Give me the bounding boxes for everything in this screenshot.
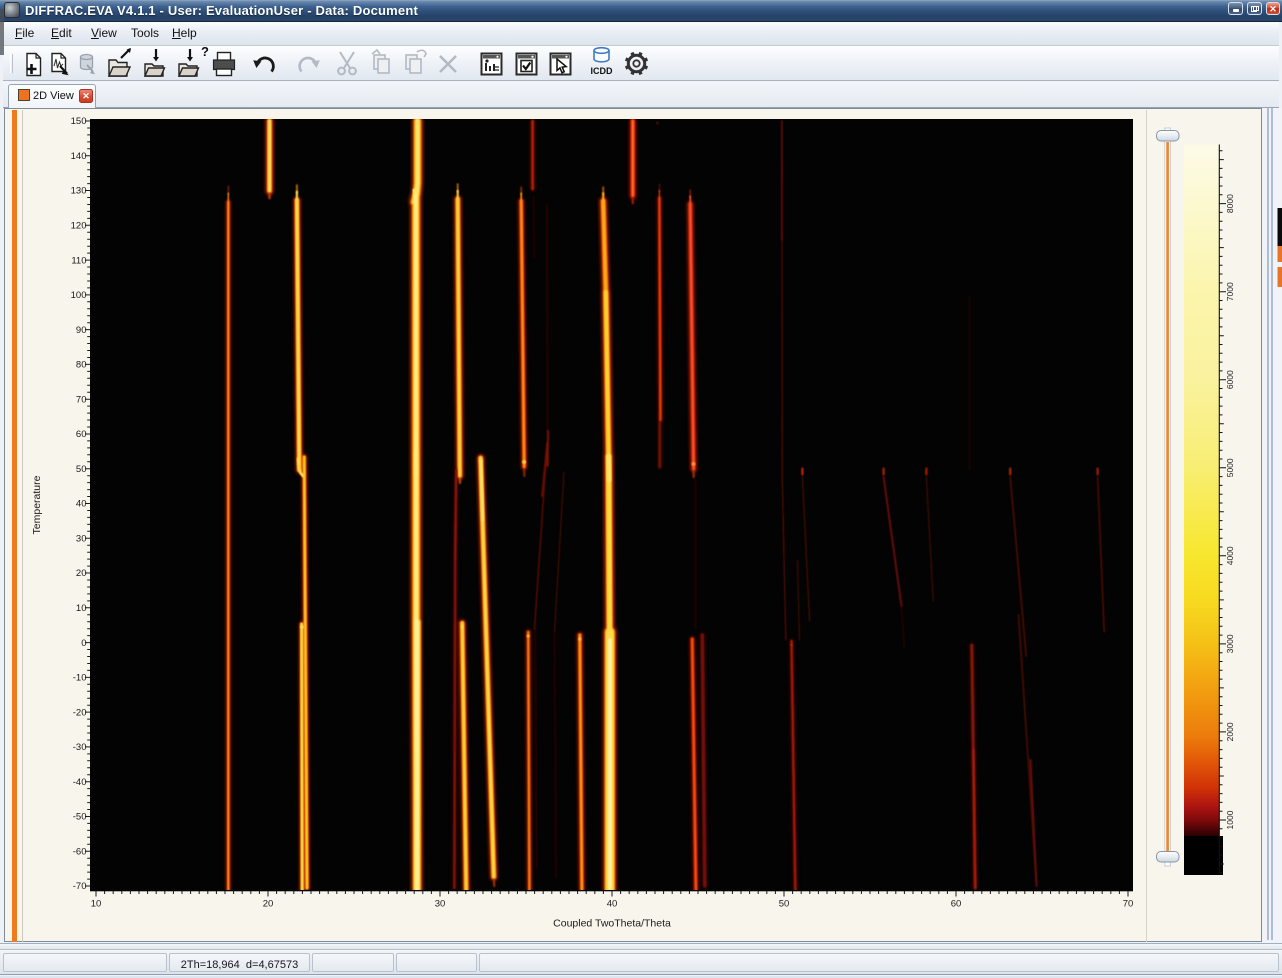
svg-text:40: 40 xyxy=(607,899,618,910)
svg-text:0: 0 xyxy=(81,638,86,649)
svg-text:10: 10 xyxy=(91,899,102,910)
svg-text:-70: -70 xyxy=(73,881,87,892)
svg-text:1000: 1000 xyxy=(1225,810,1235,829)
svg-text:130: 130 xyxy=(71,186,87,197)
svg-text:-30: -30 xyxy=(73,742,87,753)
svg-text:-40: -40 xyxy=(73,777,87,788)
svg-text:7000: 7000 xyxy=(1225,282,1235,301)
svg-text:60: 60 xyxy=(76,429,87,440)
svg-text:70: 70 xyxy=(76,394,87,405)
svg-text:30: 30 xyxy=(76,534,87,545)
svg-text:6000: 6000 xyxy=(1225,370,1235,389)
svg-text:Coupled TwoTheta/Theta: Coupled TwoTheta/Theta xyxy=(553,918,671,930)
svg-text:140: 140 xyxy=(71,151,87,162)
svg-text:50: 50 xyxy=(76,464,87,475)
svg-text:150: 150 xyxy=(71,116,87,127)
svg-text:20: 20 xyxy=(76,568,87,579)
svg-text:30: 30 xyxy=(435,899,446,910)
svg-text:8000: 8000 xyxy=(1225,194,1235,213)
svg-text:60: 60 xyxy=(951,899,962,910)
svg-text:10: 10 xyxy=(76,603,87,614)
svg-text:110: 110 xyxy=(71,255,86,266)
svg-text:-20: -20 xyxy=(73,707,87,718)
svg-text:50: 50 xyxy=(779,899,790,910)
svg-text:-10: -10 xyxy=(73,673,87,684)
svg-text:70: 70 xyxy=(1123,899,1134,910)
svg-text:Temperature: Temperature xyxy=(31,475,43,534)
svg-text:90: 90 xyxy=(76,325,87,336)
svg-text:-50: -50 xyxy=(73,812,87,823)
svg-text:4000: 4000 xyxy=(1225,546,1235,565)
svg-text:5000: 5000 xyxy=(1225,458,1235,477)
svg-text:100: 100 xyxy=(71,290,87,301)
svg-text:2000: 2000 xyxy=(1225,722,1235,741)
svg-text:80: 80 xyxy=(76,360,87,371)
svg-text:20: 20 xyxy=(263,899,274,910)
svg-text:-60: -60 xyxy=(73,846,87,857)
svg-text:?: ? xyxy=(201,44,209,59)
svg-text:3000: 3000 xyxy=(1225,634,1235,653)
svg-text:ICDD: ICDD xyxy=(591,66,613,76)
svg-text:40: 40 xyxy=(76,499,87,510)
svg-text:120: 120 xyxy=(71,221,87,232)
